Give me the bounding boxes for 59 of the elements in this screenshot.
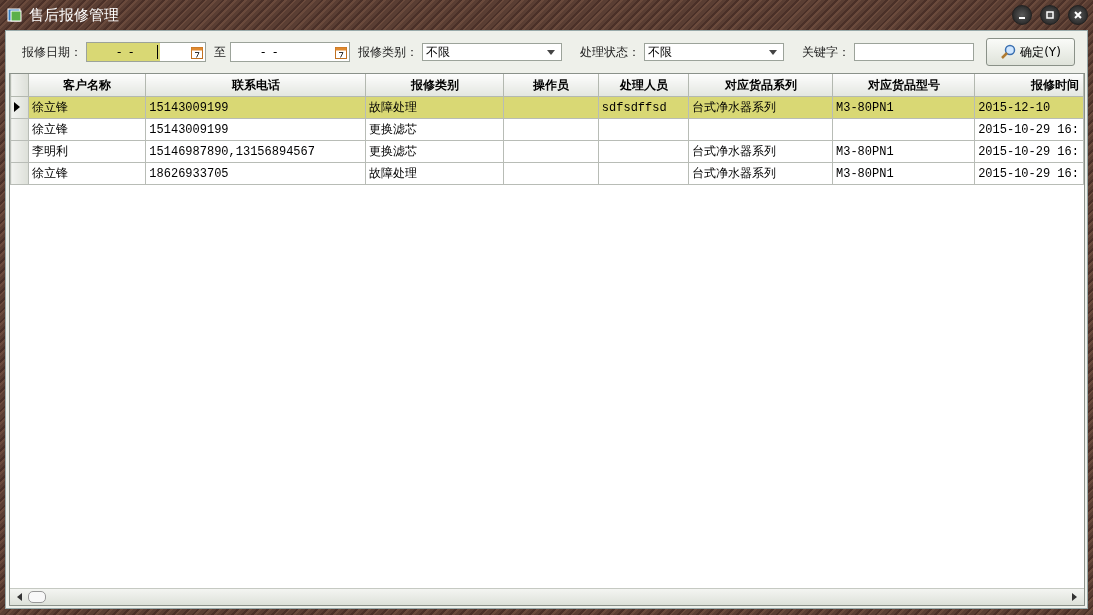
filter-label: 关键字：	[802, 43, 850, 61]
table-cell: 2015-10-29 16:	[974, 118, 1084, 141]
column-header[interactable]: 报修类别	[365, 74, 504, 97]
table-cell: 台式净水器系列	[688, 162, 833, 185]
confirm-button[interactable]: 确定(Y)	[986, 38, 1075, 66]
column-header[interactable]: 处理人员	[598, 74, 689, 97]
filter-label: 报修类别：	[358, 43, 418, 61]
maximize-button[interactable]	[1040, 5, 1060, 25]
table-cell: 故障处理	[365, 96, 504, 119]
column-header[interactable]: 对应货品系列	[688, 74, 833, 97]
table-cell: 徐立锋	[28, 162, 146, 185]
dropdown[interactable]: 不限	[644, 43, 784, 61]
column-header[interactable]: 联系电话	[145, 74, 366, 97]
table-cell: M3-80PN1	[832, 162, 975, 185]
caret-icon	[769, 49, 777, 55]
table-cell: 2015-10-29 16:	[974, 162, 1084, 185]
current-row-icon	[14, 101, 20, 112]
caret-icon	[547, 49, 555, 55]
table-cell: 15143009199	[145, 96, 366, 119]
table-cell: 故障处理	[365, 162, 504, 185]
table-cell: M3-80PN1	[832, 96, 975, 119]
table-cell: 台式净水器系列	[688, 96, 833, 119]
horizontal-scrollbar[interactable]	[10, 588, 1084, 605]
minimize-button[interactable]	[1012, 5, 1032, 25]
search-icon	[1000, 44, 1017, 60]
scroll-left-icon[interactable]	[16, 592, 24, 602]
table-cell: 15146987890,13156894567	[145, 140, 366, 163]
date-field[interactable]: - -	[230, 42, 350, 62]
table-cell: 李明利	[28, 140, 146, 163]
keyword-field[interactable]	[854, 43, 974, 61]
filter-label: 至	[214, 43, 226, 61]
table-cell: 徐立锋	[28, 118, 146, 141]
close-button[interactable]	[1068, 5, 1088, 25]
table-cell: M3-80PN1	[832, 140, 975, 163]
table-cell: 更换滤芯	[365, 118, 504, 141]
calendar-icon[interactable]	[335, 45, 347, 59]
window-title: 售后报修管理	[29, 5, 119, 25]
filter-label: 处理状态：	[580, 43, 640, 61]
maximize-icon	[1045, 10, 1055, 20]
calendar-icon[interactable]	[191, 45, 203, 59]
table-cell: 更换滤芯	[365, 140, 504, 163]
table-cell: 15143009199	[145, 118, 366, 141]
table-cell: 18626933705	[145, 162, 366, 185]
table-cell: 2015-10-29 16:	[974, 140, 1084, 163]
scroll-thumb[interactable]	[28, 591, 46, 603]
column-header[interactable]: 报修时间	[974, 74, 1084, 97]
close-icon	[1073, 10, 1083, 20]
date-field[interactable]: - -	[86, 42, 206, 62]
scroll-right-icon[interactable]	[1070, 592, 1078, 602]
table-cell: 台式净水器系列	[688, 140, 833, 163]
app-icon	[7, 7, 23, 23]
minimize-icon	[1019, 17, 1025, 19]
column-header[interactable]: 操作员	[503, 74, 599, 97]
filter-label: 报修日期：	[22, 43, 82, 61]
header-corner	[10, 74, 29, 97]
column-header[interactable]: 客户名称	[28, 74, 146, 97]
row-header[interactable]	[10, 96, 29, 119]
column-header[interactable]: 对应货品型号	[832, 74, 975, 97]
dropdown[interactable]: 不限	[422, 43, 562, 61]
